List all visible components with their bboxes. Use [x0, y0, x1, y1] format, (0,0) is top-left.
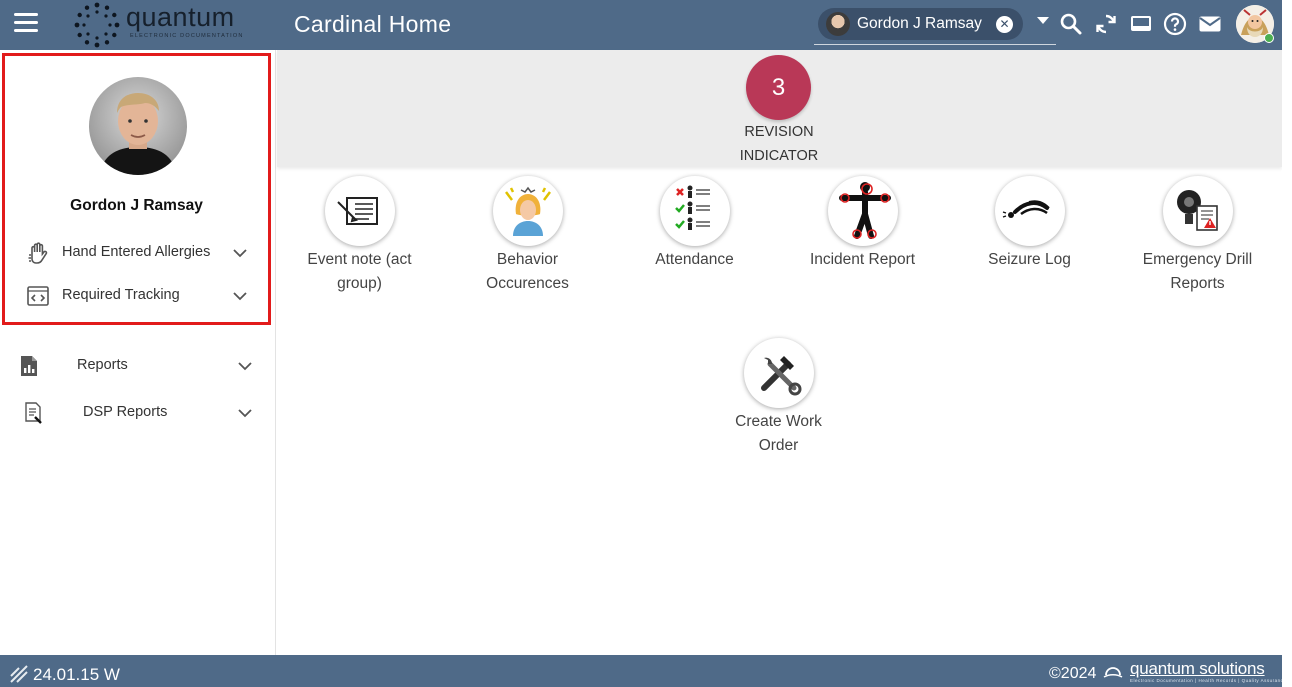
chevron-down-icon [233, 292, 247, 301]
tile-label: Behavior Occurences [444, 248, 611, 296]
refresh-icon[interactable] [1094, 12, 1118, 36]
logo-wordmark: quantum [126, 2, 235, 32]
version-label: 24.01.15 W [33, 665, 120, 684]
profile-name: Gordon J Ramsay [70, 197, 203, 214]
close-icon[interactable]: ✕ [996, 16, 1013, 33]
chevron-down-icon [238, 362, 252, 371]
report-icon [21, 356, 37, 376]
tile-label: Incident Report [779, 248, 946, 272]
seizure-icon [994, 176, 1065, 246]
sidebar-item-label: DSP Reports [83, 404, 168, 420]
help-icon[interactable] [1163, 12, 1187, 36]
quantum-solutions-logo-icon [1103, 667, 1123, 678]
tile-label-line1: Incident Report [809, 251, 916, 268]
revision-label-line2: INDICATOR [739, 148, 819, 164]
tile-event-note[interactable]: Event note (act group) [276, 176, 443, 296]
patient-select-underline [814, 44, 1056, 45]
tile-emergency-drill-reports[interactable]: Emergency Drill Reports [1114, 176, 1281, 296]
mail-icon[interactable] [1198, 12, 1222, 36]
tile-label-line2: Order [758, 437, 799, 454]
main-content: 3 REVISION INDICATOR Event note (act gro… [277, 50, 1282, 655]
tile-label-line1: Create Work [735, 413, 822, 430]
attendance-icon [659, 176, 730, 246]
page-title: Cardinal Home [294, 11, 452, 37]
tile-attendance[interactable]: Attendance [611, 176, 778, 272]
chevron-down-icon [238, 409, 252, 418]
sidebar-item-dsp-reports[interactable]: DSP Reports [0, 395, 276, 431]
copyright-label: ©2024 [1049, 665, 1097, 682]
incident-icon [827, 176, 898, 246]
profile-highlight-box: Gordon J Ramsay Hand Entered Allergies R… [2, 53, 271, 325]
sidebar-item-label: Hand Entered Allergies [62, 244, 211, 260]
version-icon [10, 665, 28, 683]
tile-label-line1: Behavior [496, 251, 559, 268]
patient-avatar [826, 12, 850, 36]
revision-label: REVISION INDICATOR [679, 120, 879, 168]
tile-create-work-order[interactable]: Create Work Order [695, 338, 862, 458]
tile-seizure-log[interactable]: Seizure Log [946, 176, 1113, 272]
chevron-down-icon [233, 249, 247, 258]
tile-label-line2: Occurences [486, 275, 569, 292]
sidebar-item-required-tracking[interactable]: Required Tracking [5, 278, 281, 314]
emergency-drill-icon [1162, 176, 1233, 246]
tile-label: Seizure Log [946, 248, 1113, 272]
revision-label-line1: REVISION [744, 124, 814, 140]
quantum-logo[interactable]: quantum ELECTRONIC DOCUMENTATION [74, 2, 246, 48]
page-edge [1282, 0, 1292, 687]
tile-label-line2: Reports [1170, 275, 1225, 292]
event-note-icon [324, 176, 395, 246]
patient-chip-name: Gordon J Ramsay [857, 15, 982, 32]
quantum-ring-icon [74, 2, 120, 48]
tile-incident-report[interactable]: Incident Report [779, 176, 946, 272]
tile-label-line1: Emergency Drill [1142, 251, 1253, 268]
patient-chip[interactable]: Gordon J Ramsay ✕ [818, 8, 1023, 40]
hand-icon [28, 242, 48, 264]
revision-count-badge[interactable]: 3 [746, 55, 811, 120]
revision-band: 3 REVISION INDICATOR [277, 50, 1282, 167]
code-icon [27, 286, 49, 306]
tile-label-line1: Seizure Log [988, 251, 1071, 268]
tile-label-line1: Attendance [655, 251, 734, 268]
top-bar: quantum ELECTRONIC DOCUMENTATION Cardina… [0, 0, 1282, 50]
person-photo-icon [89, 77, 187, 175]
sidebar-item-hand-entered-allergies[interactable]: Hand Entered Allergies [5, 235, 281, 271]
footer: 24.01.15 W ©2024 quantum solutions Elect… [0, 655, 1286, 687]
tile-label-line2: group) [337, 275, 382, 292]
hamburger-menu-icon[interactable] [14, 13, 38, 35]
caret-down-icon[interactable] [1037, 17, 1049, 24]
profile-photo [89, 77, 187, 175]
tile-label: Emergency Drill Reports [1114, 248, 1281, 296]
sidebar-item-label: Required Tracking [62, 287, 180, 303]
behavior-icon [492, 176, 563, 246]
tile-label: Attendance [611, 248, 778, 272]
online-status-indicator [1264, 33, 1274, 43]
sidebar-item-label: Reports [77, 357, 128, 373]
tile-label: Event note (act group) [276, 248, 443, 296]
sidebar-item-reports[interactable]: Reports [0, 348, 276, 384]
work-order-icon [743, 338, 814, 408]
logo-tagline: ELECTRONIC DOCUMENTATION [130, 33, 244, 39]
screen-icon[interactable] [1129, 12, 1153, 36]
sidebar: Gordon J Ramsay Hand Entered Allergies R… [0, 50, 276, 655]
brand-tagline: Electronic Documentation | Health Record… [1130, 678, 1287, 683]
tile-label: Create Work Order [695, 410, 862, 458]
tile-behavior-occurences[interactable]: Behavior Occurences [444, 176, 611, 296]
tile-label-line1: Event note (act [307, 251, 412, 268]
search-icon[interactable] [1059, 12, 1083, 36]
dsp-report-icon [25, 402, 42, 424]
brand-wordmark[interactable]: quantum solutions [1130, 659, 1265, 679]
